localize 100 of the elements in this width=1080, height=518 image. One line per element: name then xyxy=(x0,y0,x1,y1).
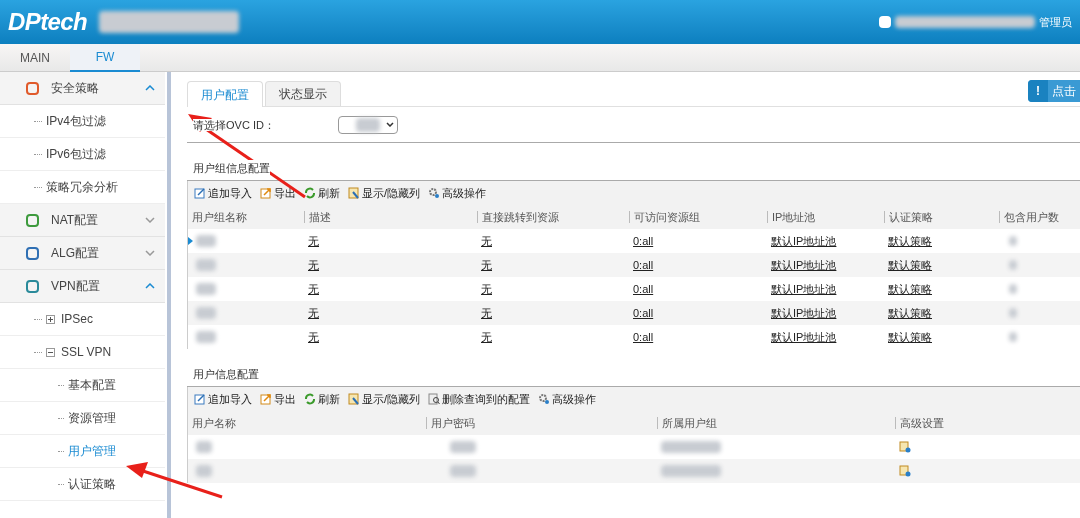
delete-search-icon xyxy=(428,393,441,405)
tab[interactable]: 状态显示 xyxy=(265,81,341,106)
table-row[interactable]: 无 无 0:all 默认IP地址池 默认策略 xyxy=(188,277,1080,301)
settings-icon[interactable] xyxy=(899,441,911,453)
menu-icon xyxy=(26,279,39,293)
column-header[interactable]: IP地址池 xyxy=(772,208,816,226)
redaction-blur xyxy=(196,283,216,295)
toolbar-button[interactable]: 刷新 xyxy=(304,390,340,408)
table-link[interactable]: 无 xyxy=(481,328,492,346)
table-link[interactable]: 无 xyxy=(481,232,492,250)
table-link[interactable]: 无 xyxy=(481,304,492,322)
table-link[interactable]: 0:all xyxy=(633,304,654,322)
hint-button[interactable]: ! 点击 xyxy=(1028,80,1080,102)
menu-item[interactable]: 策略冗余分析 xyxy=(46,178,118,196)
toolbar-button[interactable]: 追加导入 xyxy=(194,390,252,408)
table-link[interactable]: 默认IP地址池 xyxy=(771,256,837,274)
section-title: 用户组信息配置 xyxy=(193,159,270,176)
table-link[interactable]: 无 xyxy=(308,280,319,298)
redaction-blur xyxy=(196,235,216,247)
column-header[interactable]: 直接跳转到资源 xyxy=(482,208,559,226)
logo: DPtech xyxy=(8,7,88,37)
toolbar-button[interactable]: 导出 xyxy=(260,390,296,408)
table-link[interactable]: 默认策略 xyxy=(888,304,932,322)
import-icon xyxy=(194,393,206,405)
table-link[interactable]: 无 xyxy=(481,256,492,274)
expand-icon[interactable] xyxy=(46,314,55,324)
menu-item[interactable]: SSL VPN xyxy=(61,343,112,361)
toolbar-button[interactable]: 高级操作 xyxy=(428,184,487,202)
menu-item[interactable]: 用户管理 xyxy=(68,442,116,460)
toolbar-button[interactable]: 导出 xyxy=(260,184,296,202)
menu-item[interactable]: IPv6包过滤 xyxy=(46,145,106,163)
dropdown-icon xyxy=(386,122,394,127)
menu-item[interactable]: IPv4包过滤 xyxy=(46,112,106,130)
collapse-icon[interactable] xyxy=(145,85,155,91)
toolbar-button[interactable]: 追加导入 xyxy=(194,184,252,202)
export-icon xyxy=(260,393,272,405)
toolbar-button[interactable]: 删除查询到的配置 xyxy=(428,390,531,408)
menu-item[interactable]: 基本配置 xyxy=(68,376,116,394)
column-header[interactable]: 用户名称 xyxy=(192,414,236,432)
column-header[interactable]: 高级设置 xyxy=(900,414,944,432)
column-header[interactable]: 用户组名称 xyxy=(192,208,247,226)
gear-icon xyxy=(538,393,551,405)
table-link[interactable]: 无 xyxy=(308,304,319,322)
table-link[interactable]: 0:all xyxy=(633,232,654,250)
table-link[interactable]: 默认IP地址池 xyxy=(771,232,837,250)
menu-item[interactable]: 资源管理 xyxy=(68,409,116,427)
column-header[interactable]: 用户密码 xyxy=(431,414,475,432)
menu-icon xyxy=(26,81,39,95)
column-header[interactable]: 所属用户组 xyxy=(662,414,717,432)
table-link[interactable]: 0:all xyxy=(633,256,654,274)
redaction-blur xyxy=(196,307,216,319)
redaction-blur xyxy=(196,259,216,271)
user-role: 管理员 xyxy=(1039,14,1072,30)
table-row[interactable]: 无 无 0:all 默认IP地址池 默认策略 xyxy=(188,325,1080,349)
ovc-select[interactable] xyxy=(338,115,398,134)
table-link[interactable]: 0:all xyxy=(633,280,654,298)
table-link[interactable]: 0:all xyxy=(633,328,654,346)
collapse-icon[interactable] xyxy=(145,283,155,289)
menu-icon xyxy=(26,246,39,260)
toolbar-button[interactable]: 刷新 xyxy=(304,184,340,202)
scrollbar[interactable] xyxy=(167,72,171,518)
table-link[interactable]: 无 xyxy=(481,280,492,298)
table-link[interactable]: 默认IP地址池 xyxy=(771,280,837,298)
export-icon xyxy=(260,187,272,199)
redaction-blur xyxy=(1009,284,1017,294)
column-header[interactable]: 包含用户数 xyxy=(1004,208,1059,226)
table-link[interactable]: 默认策略 xyxy=(888,328,932,346)
gear-icon xyxy=(428,187,441,199)
redaction-blur xyxy=(1009,308,1017,318)
toolbar-button[interactable]: 高级操作 xyxy=(538,390,597,408)
menu-icon xyxy=(26,213,39,227)
collapse-icon[interactable] xyxy=(46,347,55,357)
section-title: 用户信息配置 xyxy=(193,365,259,382)
table-link[interactable]: 无 xyxy=(308,256,319,274)
column-header[interactable]: 描述 xyxy=(309,208,331,226)
table-link[interactable]: 默认策略 xyxy=(888,280,932,298)
import-icon xyxy=(194,187,206,199)
redaction-blur xyxy=(450,441,476,453)
redaction-blur xyxy=(1009,332,1017,342)
tab[interactable]: MAIN xyxy=(0,44,70,72)
tab[interactable]: 用户配置 xyxy=(187,81,263,107)
redaction-blur xyxy=(196,331,216,343)
settings-icon[interactable] xyxy=(899,465,911,477)
table-link[interactable]: 默认IP地址池 xyxy=(771,304,837,322)
redaction-blur xyxy=(196,441,212,453)
column-header[interactable]: 认证策略 xyxy=(889,208,933,226)
table-link[interactable]: 默认策略 xyxy=(888,256,932,274)
table-link[interactable]: 无 xyxy=(308,328,319,346)
toolbar-button[interactable]: 显示/隐藏列 xyxy=(348,390,421,408)
table-link[interactable]: 默认IP地址池 xyxy=(771,328,837,346)
refresh-icon xyxy=(304,393,316,405)
table-link[interactable]: 默认策略 xyxy=(888,232,932,250)
column-header[interactable]: 可访问资源组 xyxy=(634,208,700,226)
table-link[interactable]: 无 xyxy=(308,232,319,250)
columns-icon xyxy=(348,393,360,405)
redaction-blur xyxy=(356,117,380,132)
menu-item[interactable]: IPSec xyxy=(61,310,93,328)
toolbar-button[interactable]: 显示/隐藏列 xyxy=(348,184,421,202)
menu-item[interactable]: 认证策略 xyxy=(68,475,116,493)
redaction-blur xyxy=(661,465,721,477)
